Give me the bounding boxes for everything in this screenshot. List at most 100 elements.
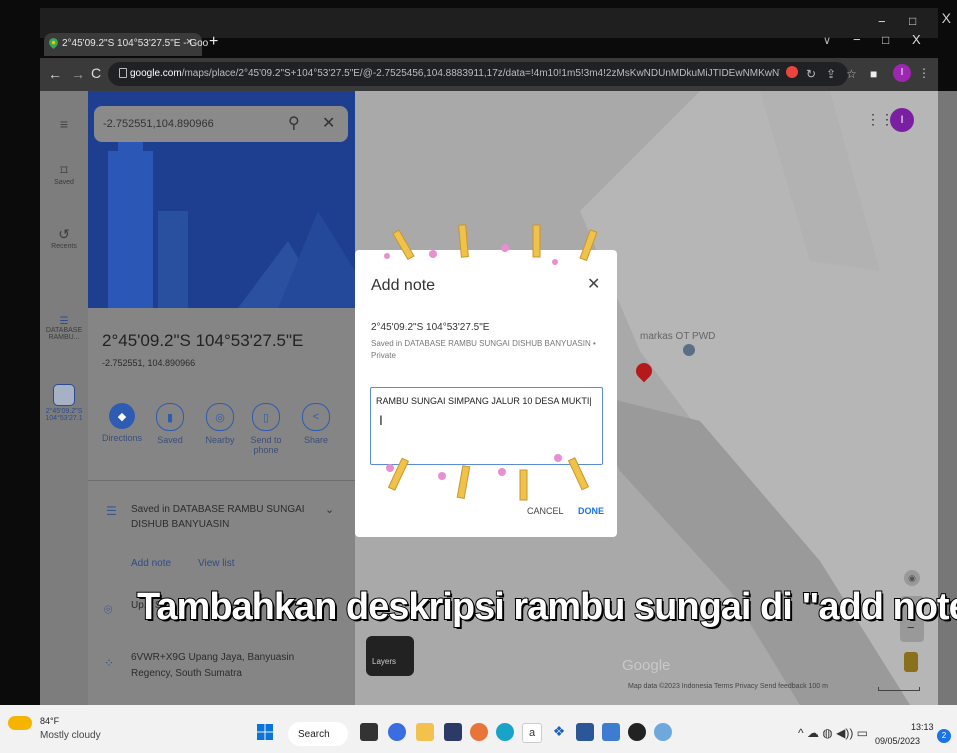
store-icon[interactable] [444, 723, 462, 741]
weather-cloud-icon[interactable] [8, 716, 32, 730]
sparkle-decoration [386, 454, 590, 501]
weather-temp[interactable]: 84°F [40, 716, 59, 726]
view-list-link[interactable]: View list [198, 558, 235, 569]
url-text[interactable]: google.com/maps/place/2°45'09.2"S+104°53… [130, 68, 780, 79]
reload-icon[interactable]: C [91, 65, 101, 81]
search-input[interactable]: -2.752551,104.890966 [103, 118, 214, 130]
google-logo: Google [622, 657, 671, 674]
close-icon[interactable]: ✕ [587, 274, 600, 294]
tab-search-dropdown[interactable]: ∨ [823, 34, 831, 47]
google-extension-icon[interactable] [786, 66, 798, 78]
sparkle-decoration [384, 224, 598, 265]
action-label: Share [303, 435, 329, 445]
paint-icon[interactable] [654, 723, 672, 741]
location-pin-icon: ⌾ [104, 601, 113, 617]
system-tray[interactable]: ^ ☁ ◍ ◀)) ▭ [798, 726, 868, 740]
saved-in-text: Saved in DATABASE RAMBU SUNGAI DISHUB BA… [131, 504, 305, 530]
photos-icon[interactable] [602, 723, 620, 741]
rail-label-saved: Saved [54, 179, 74, 186]
compass-icon[interactable]: ◉ [904, 570, 920, 586]
add-note-link[interactable]: Add note [131, 558, 171, 569]
note-value[interactable]: RAMBU SUNGAI SIMPANG JALUR 10 DESA MUKTI… [376, 396, 592, 406]
share-icon[interactable]: ⇪ [826, 67, 836, 81]
amazon-icon[interactable]: a [522, 723, 542, 743]
phone-icon: ▯ [252, 403, 280, 431]
notification-badge[interactable]: 2 [937, 729, 951, 743]
forward-arrow-icon[interactable]: → [71, 66, 85, 82]
account-avatar[interactable]: I [890, 108, 914, 132]
map-marker-icon[interactable] [683, 344, 695, 356]
place-thumbnail-icon [53, 384, 75, 406]
layers-button[interactable] [366, 636, 414, 676]
map-marker-label[interactable]: markas OT PWD [640, 331, 715, 342]
map-footer[interactable]: Map data ©2023 Indonesia Terms Privacy S… [628, 683, 828, 690]
dialog-coords: 2°45'09.2"S 104°53'27.5"E [371, 322, 490, 333]
refresh-extension-icon[interactable]: ↻ [806, 67, 816, 81]
minimize-button[interactable]: − [853, 32, 861, 47]
file-explorer-icon[interactable] [416, 723, 434, 741]
tab-close-button[interactable]: × [186, 36, 192, 48]
clock-date[interactable]: 09/05/2023 [875, 736, 920, 746]
cancel-button[interactable]: CANCEL [527, 506, 564, 516]
dialog-title: Add note [371, 277, 436, 294]
weather-desc[interactable]: Mostly cloudy [40, 730, 101, 741]
back-arrow-icon[interactable]: ← [48, 66, 62, 82]
place-coords: -2.752551, 104.890966 [102, 358, 196, 368]
outer-close-button[interactable]: X [942, 10, 951, 26]
history-icon: ↺ [58, 226, 70, 242]
rail-label-place: 2°45'09.2"S 104°53'27.1 [45, 408, 83, 422]
new-tab-button[interactable]: + [209, 33, 218, 51]
task-view-icon[interactable] [360, 723, 378, 741]
text-cursor-icon: I [379, 412, 383, 428]
scale-bar [878, 687, 920, 691]
clock-time[interactable]: 13:13 [911, 722, 934, 732]
taskbar-search-label[interactable]: Search [298, 729, 330, 740]
rail-item-saved[interactable]: ⌑ Saved [40, 162, 88, 186]
rail-item-database[interactable]: ☰ DATABASE RAMBU... [40, 316, 88, 341]
directions-icon: ◆ [109, 403, 135, 429]
rail-item-recents[interactable]: ↺ Recents [40, 226, 88, 250]
share-icon: < [302, 403, 330, 431]
word-icon[interactable] [576, 723, 594, 741]
rail-item-place[interactable]: 2°45'09.2"S 104°53'27.1 [40, 384, 88, 422]
sidebar-icon[interactable]: ■ [870, 67, 877, 81]
kebab-menu-icon[interactable]: ⋮ [918, 66, 930, 80]
save-button[interactable]: ▮ Saved [146, 403, 194, 445]
nearby-button[interactable]: ◎ Nearby [196, 403, 244, 445]
hamburger-menu-icon[interactable]: ≡ [40, 116, 88, 132]
firefox-icon[interactable] [470, 723, 488, 741]
chevron-down-icon[interactable]: ⌄ [325, 503, 334, 516]
directions-button[interactable]: ◆ Directions [98, 403, 146, 443]
restore-button[interactable]: □ [882, 33, 889, 47]
search-icon[interactable]: ⚲ [288, 113, 300, 133]
rail-label-recents: Recents [51, 243, 77, 250]
bookmark-icon: ⌑ [60, 162, 68, 178]
layers-label[interactable]: Layers [372, 657, 396, 666]
edge-icon[interactable] [496, 723, 514, 741]
pegman-icon[interactable] [904, 652, 918, 672]
windows-start-icon[interactable] [257, 724, 273, 740]
chat-icon[interactable] [388, 723, 406, 741]
action-label: Saved [157, 435, 183, 445]
dropbox-icon[interactable]: ❖ [550, 723, 568, 741]
profile-avatar[interactable]: I [893, 64, 911, 82]
lock-icon[interactable] [119, 68, 127, 78]
divider [88, 480, 355, 481]
action-label: Directions [101, 433, 142, 443]
send-to-phone-button[interactable]: ▯ Send to phone [242, 403, 290, 455]
nearby-icon: ◎ [206, 403, 234, 431]
place-title: 2°45'09.2"S 104°53'27.5"E [102, 331, 304, 350]
close-icon[interactable]: ✕ [322, 113, 335, 133]
share-button[interactable]: < Share [292, 403, 340, 445]
done-button[interactable]: DONE [578, 506, 604, 516]
media-player-icon[interactable] [628, 723, 646, 741]
window-close-button[interactable]: X [912, 32, 921, 47]
window-maximize-button[interactable]: □ [909, 14, 916, 28]
rail-label-database: DATABASE RAMBU... [45, 327, 83, 341]
window-minimize-button[interactable]: − [878, 14, 886, 29]
list-icon: ☰ [106, 504, 117, 518]
plus-code-text[interactable]: 6VWR+X9G Upang Jaya, Banyuasin Regency, … [131, 650, 331, 682]
star-icon[interactable]: ☆ [846, 67, 857, 81]
video-subtitle: Tambahkan deskripsi rambu sungai di "add… [136, 585, 957, 629]
dialog-saved-in: Saved in DATABASE RAMBU SUNGAI DISHUB BA… [371, 339, 596, 360]
